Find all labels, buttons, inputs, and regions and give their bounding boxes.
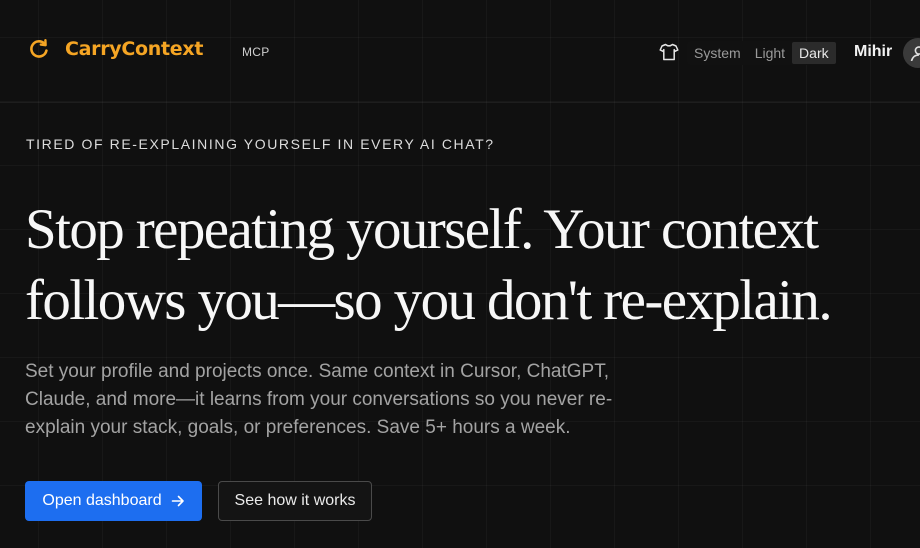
refresh-circle-icon [28, 38, 50, 60]
user-icon [910, 46, 920, 61]
user-name[interactable]: Mihir [854, 43, 892, 61]
hero-subtext: Set your profile and projects once. Same… [25, 361, 613, 438]
hero-headline: Stop repeating yourself. Your context fo… [25, 198, 833, 332]
theme-option-light[interactable]: Light [748, 42, 792, 64]
arrow-right-icon [171, 494, 185, 508]
brand-name: CarryContext [65, 38, 204, 60]
brand-logo-link[interactable]: CarryContext [28, 38, 203, 60]
theme-switcher: System Light Dark [687, 41, 836, 65]
see-how-it-works-label: See how it works [234, 492, 356, 509]
open-dashboard-button[interactable]: Open dashboard [25, 481, 202, 521]
top-nav: CarryContext MCP System Light Dark Mihir [0, 0, 920, 103]
hero-eyebrow: TIRED OF RE-EXPLAINING YOURSELF IN EVERY… [26, 136, 495, 152]
open-dashboard-label: Open dashboard [42, 492, 162, 509]
mcp-badge: MCP [242, 45, 270, 59]
see-how-it-works-button[interactable]: See how it works [218, 481, 372, 521]
user-avatar-button[interactable] [903, 38, 920, 68]
theme-option-system[interactable]: System [687, 42, 748, 64]
theme-option-dark[interactable]: Dark [792, 42, 836, 64]
shirt-icon[interactable] [659, 43, 679, 61]
